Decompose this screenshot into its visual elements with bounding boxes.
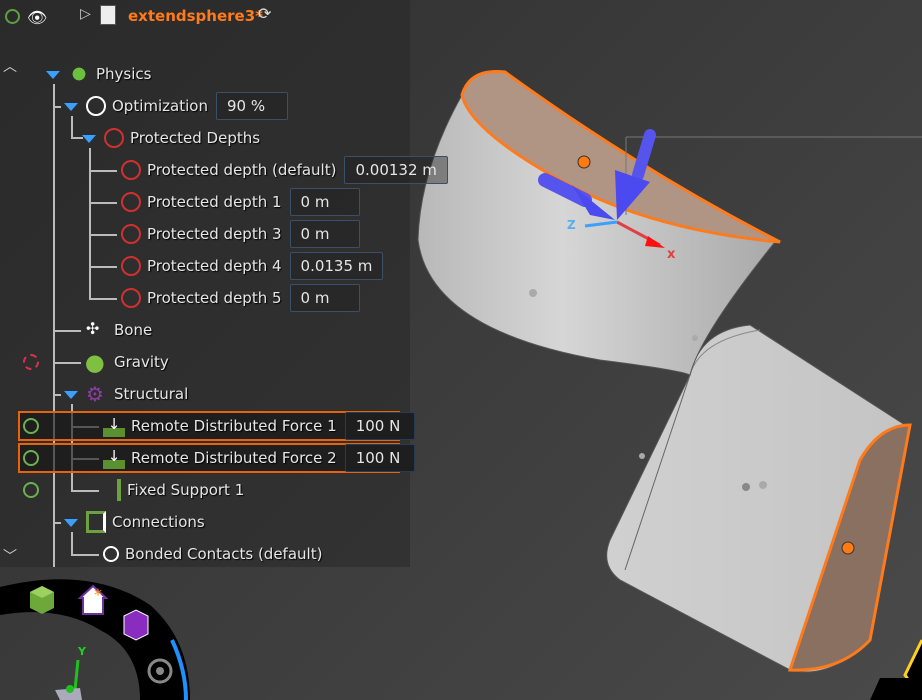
protected-depth-icon bbox=[104, 128, 124, 148]
optimization-icon bbox=[86, 96, 106, 116]
eye-icon[interactable]: 👁 bbox=[27, 8, 47, 27]
axis-y-label: Y bbox=[78, 645, 86, 658]
gear-icon: ⚙ bbox=[86, 382, 104, 406]
collapse-protected-depths[interactable] bbox=[82, 135, 96, 143]
green-cube-icon bbox=[30, 586, 54, 614]
purple-cube-icon bbox=[123, 609, 149, 641]
axis-x-label: x bbox=[667, 247, 676, 262]
depth-value-field[interactable]: 0 m bbox=[289, 188, 360, 216]
protected-depth-icon bbox=[121, 224, 141, 244]
gravity-icon bbox=[86, 351, 108, 373]
tree-item-fixed-support[interactable]: Fixed Support 1 bbox=[103, 475, 244, 505]
target-icon-gravity[interactable] bbox=[23, 354, 39, 370]
connections-icon bbox=[86, 511, 106, 533]
depth-value-field[interactable]: 0 m bbox=[289, 220, 360, 248]
svg-text:*: * bbox=[94, 585, 102, 604]
tree-item-protected-depth[interactable]: Protected depth 30 m bbox=[121, 219, 360, 249]
tree-item-connections[interactable]: Connections bbox=[86, 507, 205, 537]
scroll-up-button[interactable]: ︿ bbox=[3, 56, 17, 76]
collapse-optimization[interactable] bbox=[64, 103, 78, 111]
tree-item-structural[interactable]: ⚙ Structural bbox=[86, 379, 188, 409]
tree-item-protected-depth[interactable]: Protected depth (default) 0.00132 m bbox=[121, 155, 448, 185]
depth-value-field[interactable]: 0.0135 m bbox=[289, 252, 384, 280]
target-icon[interactable] bbox=[5, 9, 20, 24]
protected-depth-icon bbox=[121, 160, 141, 180]
physics-icon bbox=[68, 63, 90, 85]
collapse-structural[interactable] bbox=[64, 391, 78, 399]
fixed-support-icon bbox=[107, 479, 121, 501]
document-icon bbox=[100, 5, 116, 25]
protected-depth-icon bbox=[121, 288, 141, 308]
tree-item-optimization[interactable]: Optimization 90 % bbox=[86, 91, 288, 121]
force-icon: ↓ bbox=[103, 447, 125, 469]
target-icon-fixed-support[interactable] bbox=[23, 482, 39, 498]
tree-item-physics[interactable]: Physics bbox=[68, 59, 151, 89]
target-icon-force-1[interactable] bbox=[23, 418, 39, 434]
protected-depth-icon bbox=[121, 192, 141, 212]
depth-value-field[interactable]: 0.00132 m bbox=[344, 156, 448, 184]
sync-icon[interactable]: ⟳ bbox=[258, 4, 271, 23]
axis-z-label: z bbox=[567, 218, 576, 232]
target-icon-force-2[interactable] bbox=[23, 450, 39, 466]
collapse-connections[interactable] bbox=[64, 519, 78, 527]
tree-item-protected-depth[interactable]: Protected depth 10 m bbox=[121, 187, 360, 217]
tree-item-gravity[interactable]: Gravity bbox=[86, 347, 169, 377]
force-icon: ↓ bbox=[103, 415, 125, 437]
collapse-physics[interactable] bbox=[46, 71, 60, 79]
tree-item-protected-depth[interactable]: Protected depth 50 m bbox=[121, 283, 360, 313]
contact-icon bbox=[103, 546, 119, 562]
scroll-down-button[interactable]: ﹀ bbox=[3, 546, 17, 566]
expand-arrow-icon[interactable]: ▷ bbox=[80, 6, 91, 22]
tree-item-force-1[interactable]: ↓ Remote Distributed Force 1 100 N bbox=[103, 411, 415, 441]
protected-depth-icon bbox=[121, 256, 141, 276]
optimization-value-field[interactable]: 90 % bbox=[215, 92, 288, 120]
tree-item-force-2[interactable]: ↓ Remote Distributed Force 2 100 N bbox=[103, 443, 415, 473]
force-value-field[interactable]: 100 N bbox=[344, 444, 415, 472]
tree-item-protected-depths[interactable]: Protected Depths bbox=[104, 123, 260, 153]
bone-icon: ✣ bbox=[86, 319, 100, 338]
document-title: extendsphere3* bbox=[128, 7, 263, 25]
depth-value-field[interactable]: 0 m bbox=[289, 284, 360, 312]
force-value-field[interactable]: 100 N bbox=[344, 412, 415, 440]
tree-item-bonded-contacts[interactable]: Bonded Contacts (default) bbox=[103, 539, 322, 569]
tree-item-protected-depth[interactable]: Protected depth 4 0.0135 m bbox=[121, 251, 384, 281]
tree-item-bone[interactable]: ✣ Bone bbox=[86, 315, 152, 345]
